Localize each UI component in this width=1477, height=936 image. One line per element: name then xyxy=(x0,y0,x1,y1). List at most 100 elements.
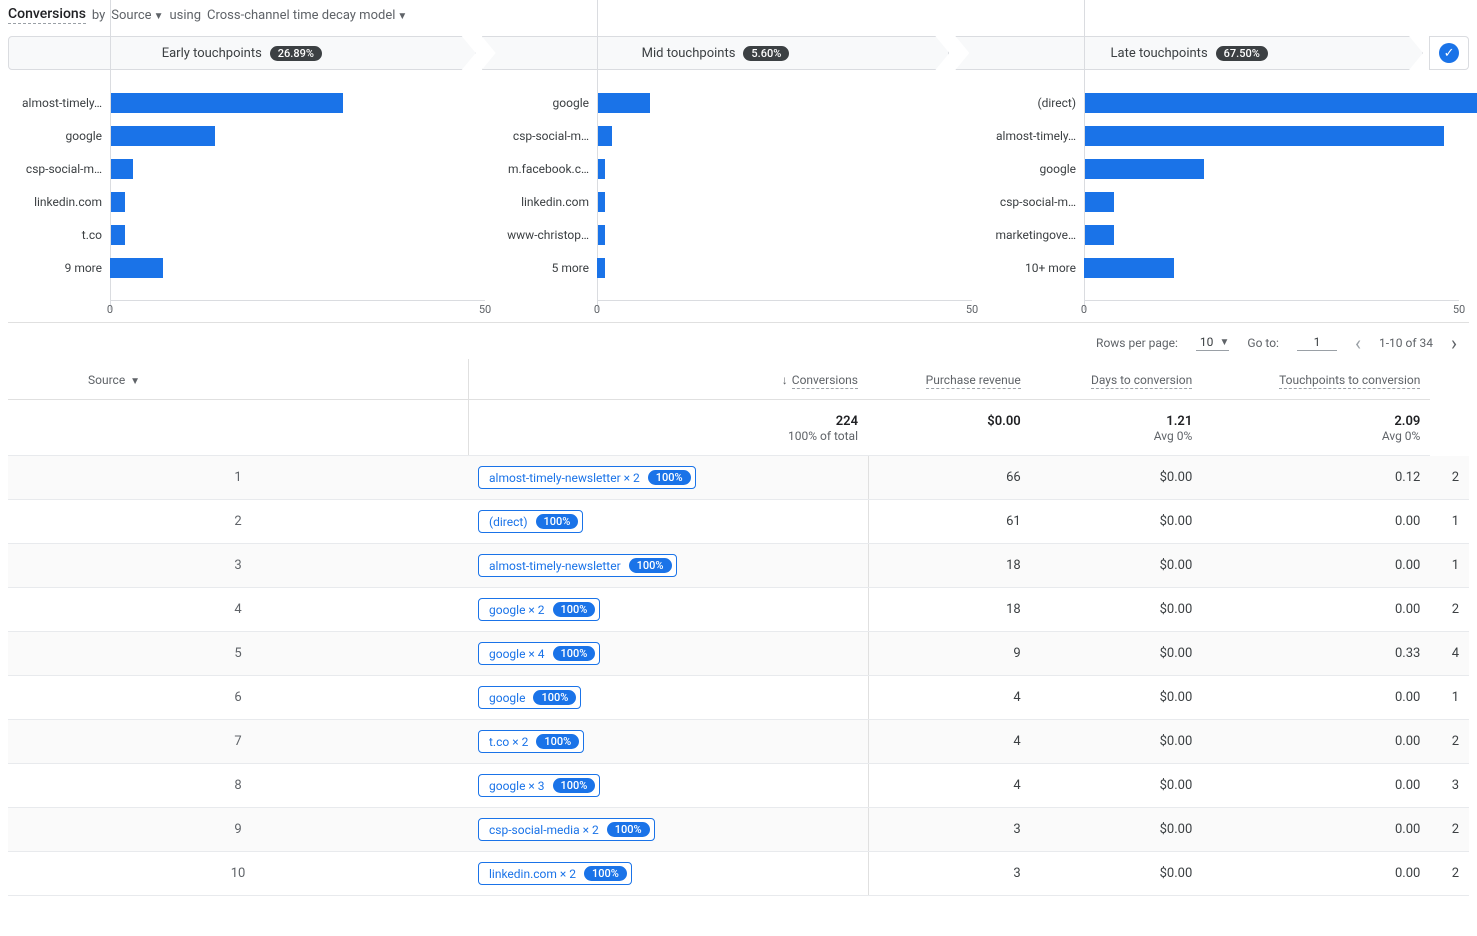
chevron-down-icon: ▼ xyxy=(1219,337,1229,348)
conversion-paths-table: Source ▼ ↓Conversions Purchase revenue D… xyxy=(8,359,1469,896)
tab-mid-touchpoints[interactable]: Mid touchpoints 5.60% xyxy=(482,36,950,70)
path-text: (direct) xyxy=(489,515,528,529)
metric-selector[interactable]: Conversions xyxy=(8,6,86,24)
dimension-selector[interactable]: Source▼ xyxy=(111,8,163,23)
chart-bar-row: marketingove… xyxy=(992,218,1459,251)
row-days: 0.00 xyxy=(1202,544,1430,588)
row-revenue: $0.00 xyxy=(1031,764,1203,808)
chart-bar xyxy=(110,225,125,245)
table-row[interactable]: 1almost-timely-newsletter × 2100%66$0.00… xyxy=(8,456,1469,500)
table-row[interactable]: 6google100%4$0.000.001 xyxy=(8,676,1469,720)
page-range: 1-10 of 34 xyxy=(1379,336,1433,350)
row-days: 0.12 xyxy=(1202,456,1430,500)
chart-bar-track xyxy=(1084,256,1459,280)
row-source: google × 2100% xyxy=(468,588,868,632)
path-chip[interactable]: google × 3100% xyxy=(478,774,600,797)
chart-bar-label: csp-social-m… xyxy=(992,195,1084,209)
chart-bar xyxy=(1084,126,1444,146)
table-row[interactable]: 2(direct)100%61$0.000.001 xyxy=(8,500,1469,544)
row-days: 0.00 xyxy=(1202,808,1430,852)
chart-bar xyxy=(110,126,215,146)
goto-label: Go to: xyxy=(1247,336,1279,350)
path-badge: 100% xyxy=(536,734,579,749)
row-touchpoints: 3 xyxy=(1430,764,1469,808)
table-row[interactable]: 4google × 2100%18$0.000.002 xyxy=(8,588,1469,632)
chart-bar-row: 10+ more xyxy=(992,251,1459,284)
path-chip[interactable]: csp-social-media × 2100% xyxy=(478,818,655,841)
table-row[interactable]: 3almost-timely-newsletter100%18$0.000.00… xyxy=(8,544,1469,588)
row-days: 0.00 xyxy=(1202,852,1430,896)
chart-bar-track xyxy=(1084,124,1459,148)
row-days: 0.33 xyxy=(1202,632,1430,676)
tab-late-touchpoints[interactable]: Late touchpoints 67.50% xyxy=(955,36,1423,70)
row-conversions: 4 xyxy=(868,720,1031,764)
chart-bar xyxy=(1084,225,1114,245)
chart-bar-track xyxy=(110,157,485,181)
axis-tick: 0 xyxy=(594,303,600,316)
row-index: 1 xyxy=(8,456,468,500)
chart-bar xyxy=(1084,192,1114,212)
table-row[interactable]: 9csp-social-media × 2100%3$0.000.002 xyxy=(8,808,1469,852)
chart-bar-row: t.co xyxy=(18,218,485,251)
row-source: almost-timely-newsletter × 2100% xyxy=(468,456,868,500)
path-chip[interactable]: google100% xyxy=(478,686,581,709)
chart-bar-track xyxy=(1084,190,1459,214)
touchpoint-charts: almost-timely…googlecsp-social-m…linkedi… xyxy=(8,86,1469,312)
chart-bar-track xyxy=(1084,157,1459,181)
row-revenue: $0.00 xyxy=(1031,720,1203,764)
path-chip[interactable]: t.co × 2100% xyxy=(478,730,584,753)
table-row[interactable]: 8google × 3100%4$0.000.003 xyxy=(8,764,1469,808)
row-revenue: $0.00 xyxy=(1031,852,1203,896)
path-chip[interactable]: almost-timely-newsletter100% xyxy=(478,554,677,577)
next-page-icon[interactable]: › xyxy=(1451,333,1457,353)
chart-bar-label: 9 more xyxy=(18,261,110,275)
tab-percent-badge: 5.60% xyxy=(743,46,789,61)
path-text: almost-timely-newsletter × 2 xyxy=(489,471,640,485)
row-source: t.co × 2100% xyxy=(468,720,868,764)
col-days[interactable]: Days to conversion xyxy=(1031,359,1203,400)
row-conversions: 4 xyxy=(868,764,1031,808)
table-row[interactable]: 10linkedin.com × 2100%3$0.000.002 xyxy=(8,852,1469,896)
col-revenue[interactable]: Purchase revenue xyxy=(868,359,1031,400)
row-index: 4 xyxy=(8,588,468,632)
chart-axis: 050 xyxy=(18,288,485,312)
table-row[interactable]: 5google × 4100%9$0.000.334 xyxy=(8,632,1469,676)
row-index: 5 xyxy=(8,632,468,676)
col-touchpoints[interactable]: Touchpoints to conversion xyxy=(1202,359,1430,400)
rows-per-page-select[interactable]: 10▼ xyxy=(1196,335,1230,351)
path-badge: 100% xyxy=(553,646,596,661)
path-chip[interactable]: google × 4100% xyxy=(478,642,600,665)
tab-early-touchpoints[interactable]: Early touchpoints 26.89% xyxy=(8,36,476,70)
row-source: almost-timely-newsletter100% xyxy=(468,544,868,588)
chart-bar xyxy=(110,258,163,278)
summary-sub-row: 100% of total Avg 0% Avg 0% xyxy=(8,429,1469,456)
chart-bar-row: google xyxy=(18,119,485,152)
path-text: linkedin.com × 2 xyxy=(489,867,576,881)
row-revenue: $0.00 xyxy=(1031,808,1203,852)
tab-conversion-cap[interactable]: ✓ xyxy=(1429,36,1469,70)
model-selector[interactable]: Cross-channel time decay model▼ xyxy=(207,8,407,23)
tab-percent-badge: 26.89% xyxy=(270,46,322,61)
table-row[interactable]: 7t.co × 2100%4$0.000.002 xyxy=(8,720,1469,764)
col-source[interactable]: Source ▼ xyxy=(8,359,468,400)
row-days: 0.00 xyxy=(1202,764,1430,808)
path-badge: 100% xyxy=(607,822,650,837)
using-label: using xyxy=(170,8,202,23)
path-chip[interactable]: (direct) 100% xyxy=(478,510,583,533)
col-conversions[interactable]: ↓Conversions xyxy=(468,359,868,400)
report-header: Conversions by Source▼ using Cross-chann… xyxy=(8,0,1469,32)
row-index: 2 xyxy=(8,500,468,544)
path-text: google × 2 xyxy=(489,603,545,617)
prev-page-icon[interactable]: ‹ xyxy=(1355,333,1361,353)
path-chip[interactable]: linkedin.com × 2100% xyxy=(478,862,632,885)
chart-bar-track xyxy=(597,124,972,148)
tab-label: Mid touchpoints xyxy=(642,46,736,61)
goto-input[interactable]: 1 xyxy=(1297,335,1337,351)
path-chip[interactable]: google × 2100% xyxy=(478,598,600,621)
chart-bar-row: m.facebook.c… xyxy=(505,152,972,185)
chart-bar-label: t.co xyxy=(18,228,110,242)
row-source: google × 4100% xyxy=(468,632,868,676)
chart-bar-label: marketingove… xyxy=(992,228,1084,242)
path-badge: 100% xyxy=(536,514,579,529)
path-chip[interactable]: almost-timely-newsletter × 2100% xyxy=(478,466,696,489)
